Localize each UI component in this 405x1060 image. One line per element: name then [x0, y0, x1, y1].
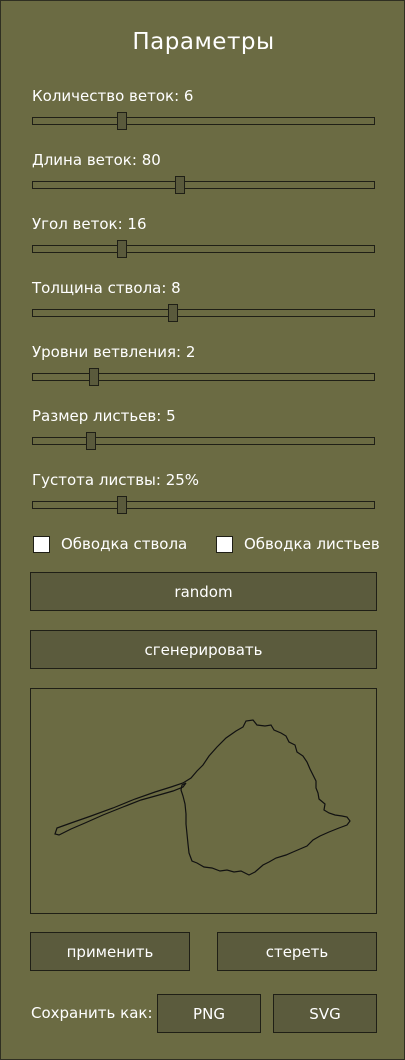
preview-canvas[interactable] — [30, 688, 377, 914]
settings-panel: Параметры Количество веток: 6 Длина вето… — [0, 0, 405, 1060]
leaf-outline-checkbox[interactable] — [216, 535, 233, 553]
trunk-outline-option[interactable]: Обводка ствола — [33, 535, 187, 553]
trunk-thickness-slider[interactable] — [32, 304, 375, 322]
slider-thumb[interactable] — [85, 432, 96, 450]
branch-count-label: Количество веток: 6 — [32, 87, 194, 105]
erase-button[interactable]: стереть — [217, 932, 377, 971]
leaf-outline-option[interactable]: Обводка листьев — [216, 535, 380, 553]
trunk-thickness-label: Толщина ствола: 8 — [32, 279, 181, 297]
trunk-outline-checkbox[interactable] — [33, 535, 50, 553]
slider-thumb[interactable] — [116, 496, 127, 514]
branch-count-slider[interactable] — [32, 112, 375, 130]
slider-thumb[interactable] — [174, 176, 185, 194]
branch-angle-slider[interactable] — [32, 240, 375, 258]
generate-button[interactable]: сгенерировать — [30, 630, 377, 669]
foliage-density-label: Густота листвы: 25% — [32, 471, 200, 489]
foliage-density-slider[interactable] — [32, 496, 375, 514]
leaf-size-label: Размер листьев: 5 — [32, 407, 176, 425]
slider-thumb[interactable] — [89, 368, 100, 386]
branch-angle-label: Угол веток: 16 — [32, 215, 147, 233]
branch-levels-label: Уровни ветвления: 2 — [32, 343, 196, 361]
slider-thumb[interactable] — [116, 112, 127, 130]
trunk-outline-label: Обводка ствола — [61, 535, 188, 553]
apply-button[interactable]: применить — [30, 932, 190, 971]
random-button[interactable]: random — [30, 572, 377, 611]
branch-length-slider[interactable] — [32, 176, 375, 194]
slider-thumb[interactable] — [167, 304, 178, 322]
panel-title: Параметры — [132, 29, 275, 55]
tree-preview-drawing — [54, 719, 351, 876]
save-png-button[interactable]: PNG — [157, 994, 261, 1033]
branch-length-label: Длина веток: 80 — [32, 151, 161, 169]
slider-thumb[interactable] — [116, 240, 127, 258]
branch-levels-slider[interactable] — [32, 368, 375, 386]
save-svg-button[interactable]: SVG — [273, 994, 377, 1033]
leaf-outline-label: Обводка листьев — [244, 535, 380, 553]
save-as-label: Сохранить как: — [31, 1004, 153, 1022]
leaf-size-slider[interactable] — [32, 432, 375, 450]
